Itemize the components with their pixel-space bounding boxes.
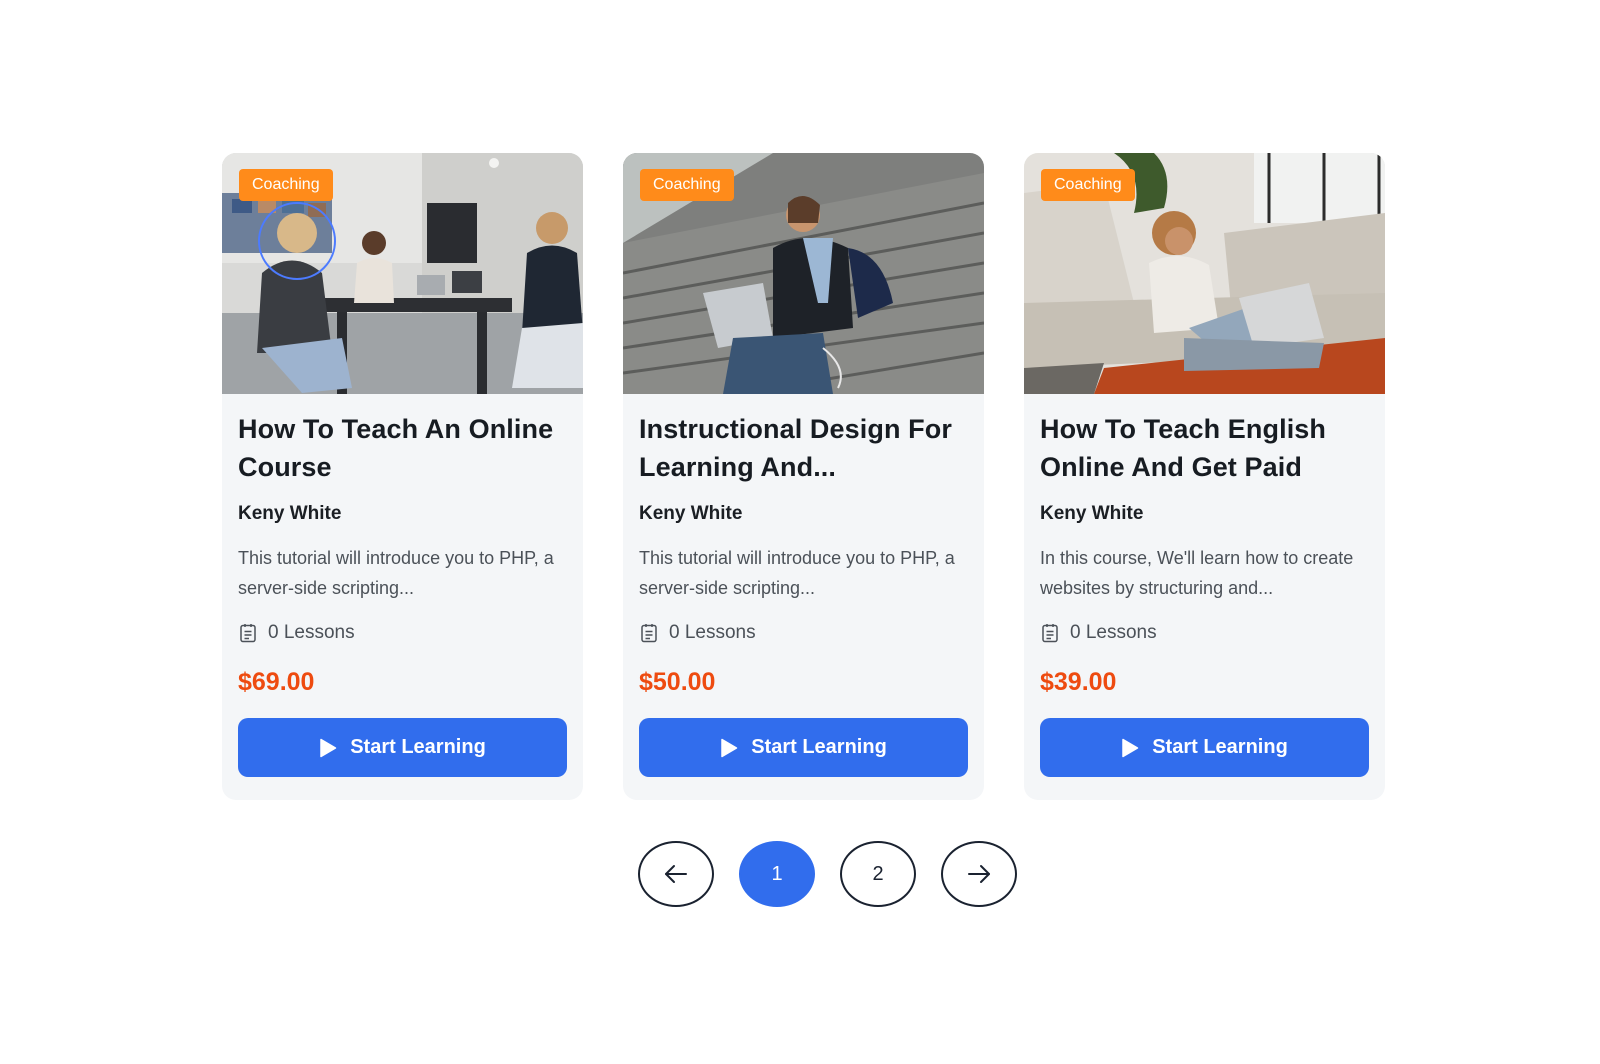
start-learning-label: Start Learning (350, 736, 486, 758)
lessons-list-icon (1042, 624, 1058, 643)
course-price: $50.00 (639, 668, 716, 696)
course-author[interactable]: Keny White (639, 502, 968, 526)
lessons-label: 0 Lessons (1070, 622, 1157, 643)
category-badge[interactable]: Coaching (239, 169, 333, 201)
play-icon (721, 738, 738, 757)
course-price: $39.00 (1040, 668, 1117, 696)
course-author[interactable]: Keny White (238, 502, 567, 526)
category-badge[interactable]: Coaching (640, 169, 734, 201)
lessons-count: 0 Lessons (639, 618, 968, 648)
course-card: Coaching How To Teach English Online And… (1024, 153, 1385, 800)
start-learning-label: Start Learning (751, 736, 887, 758)
next-page-button[interactable] (941, 841, 1017, 907)
lessons-count: 0 Lessons (1040, 618, 1369, 648)
course-title[interactable]: How To Teach An Online Course (238, 410, 567, 486)
course-author[interactable]: Keny White (1040, 502, 1369, 526)
page-1-button[interactable]: 1 (739, 841, 815, 907)
course-card-list: Coaching How To Teach An Online Course K… (222, 153, 1385, 800)
course-thumbnail[interactable]: Coaching (222, 153, 583, 394)
start-learning-button[interactable]: Start Learning (238, 718, 567, 777)
prev-page-button[interactable] (638, 841, 714, 907)
play-icon (320, 738, 337, 757)
play-icon (1122, 738, 1139, 757)
category-badge[interactable]: Coaching (1041, 169, 1135, 201)
course-description: This tutorial will introduce you to PHP,… (238, 548, 554, 598)
start-learning-button[interactable]: Start Learning (1040, 718, 1369, 777)
course-description: This tutorial will introduce you to PHP,… (639, 548, 955, 598)
course-card: Coaching How To Teach An Online Course K… (222, 153, 583, 800)
start-learning-label: Start Learning (1152, 736, 1288, 758)
course-title[interactable]: How To Teach English Online And Get Paid (1040, 410, 1369, 486)
course-thumbnail[interactable]: Coaching (623, 153, 984, 394)
course-description: In this course, We'll learn how to creat… (1040, 548, 1354, 598)
lessons-count: 0 Lessons (238, 618, 567, 648)
page-2-button[interactable]: 2 (840, 841, 916, 907)
course-thumbnail[interactable]: Coaching (1024, 153, 1385, 394)
lessons-list-icon (641, 624, 657, 643)
lessons-label: 0 Lessons (669, 622, 756, 643)
course-card: Coaching Instructional Design For Learni… (623, 153, 984, 800)
course-title[interactable]: Instructional Design For Learning And... (639, 410, 968, 486)
course-price: $69.00 (238, 668, 315, 696)
pagination: 1 2 (638, 841, 1017, 907)
lessons-list-icon (240, 624, 256, 643)
arrow-left-icon (665, 865, 687, 883)
lessons-label: 0 Lessons (268, 622, 355, 643)
arrow-right-icon (968, 865, 990, 883)
start-learning-button[interactable]: Start Learning (639, 718, 968, 777)
